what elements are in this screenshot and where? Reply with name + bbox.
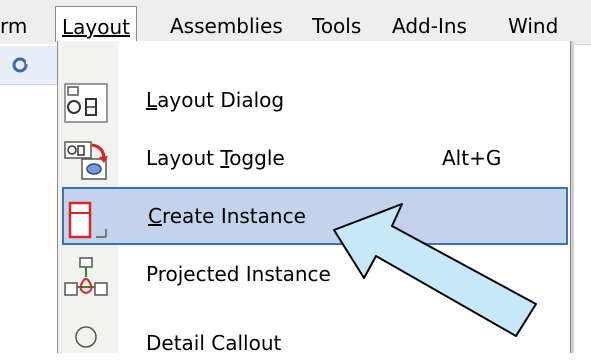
menu-bar: rm Layout Assemblies Tools Add-Ins Wind [0,0,591,45]
menu-item-label: Layout Dialog [146,88,285,112]
menu-item-label: Layout Toggle [146,146,285,170]
projected-instance-icon [64,257,108,296]
menu-item-label: Create Instance [148,204,306,228]
menu-window[interactable]: Wind [508,14,558,38]
menu-item-label: Detail Callout [146,331,282,355]
menu-layout-label: Layout [62,15,130,39]
menu-form[interactable]: rm [0,14,27,38]
menu-item-shortcut: Alt+G [442,146,502,170]
menu-assemblies[interactable]: Assemblies [170,14,283,38]
detail-callout-icon [75,326,97,348]
toolbar-area [0,44,60,353]
create-instance-icon [68,201,107,239]
menu-item-layout-toggle[interactable]: Layout Toggle Alt+G [58,129,570,187]
layout-dialog-icon [64,83,108,123]
layout-toggle-icon [64,141,108,180]
menu-tools[interactable]: Tools [312,14,361,38]
menu-item-layout-dialog[interactable]: Layout Dialog [58,71,570,129]
menu-item-label: Projected Instance [146,262,331,286]
menu-layout[interactable]: Layout [55,6,137,42]
callout-arrow-icon [333,203,537,337]
toolbar-tool-icon[interactable] [10,52,38,78]
menu-add-ins[interactable]: Add-Ins [392,14,467,38]
